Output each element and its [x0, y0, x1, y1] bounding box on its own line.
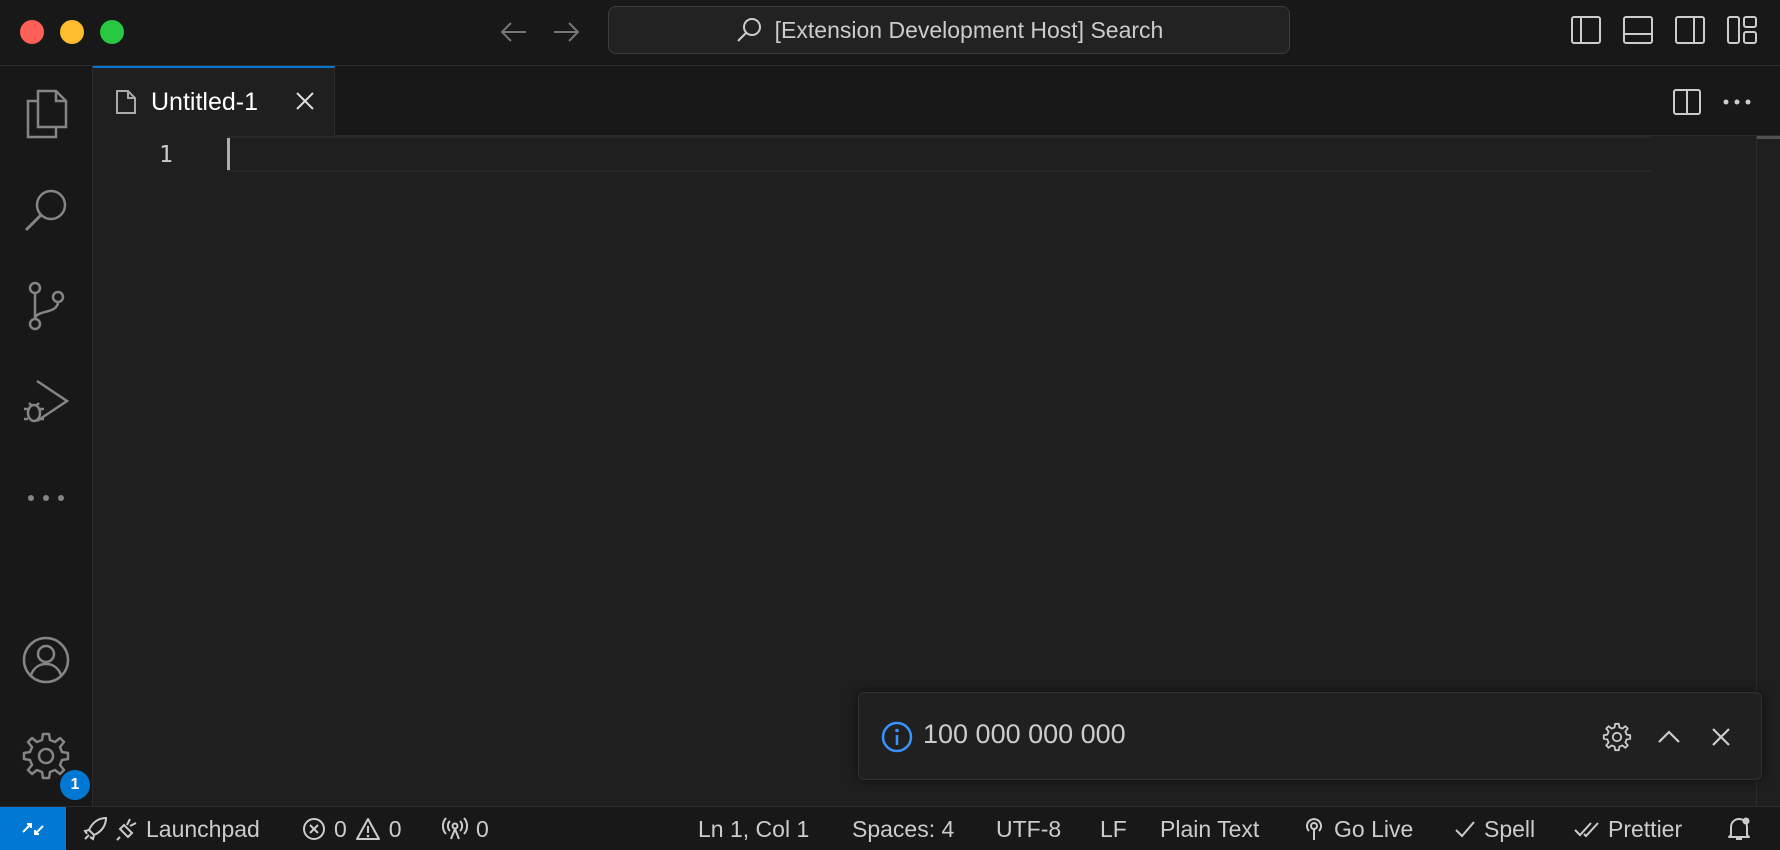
status-notifications[interactable]	[1726, 807, 1752, 850]
activity-manage[interactable]: 1	[14, 724, 90, 800]
activity-bar: 1	[0, 66, 93, 806]
notification-close-button[interactable]	[1701, 717, 1741, 757]
go-back-button[interactable]	[496, 14, 532, 50]
search-icon	[736, 18, 761, 42]
arrow-left-icon	[500, 22, 526, 42]
layout-panel-icon	[1623, 16, 1653, 44]
window-maximize-button[interactable]	[100, 20, 124, 44]
activity-search[interactable]	[14, 178, 78, 242]
command-center-text: [Extension Development Host] Search	[774, 16, 1164, 43]
go-forward-button[interactable]	[548, 14, 584, 50]
language-label: Plain Text	[1160, 815, 1260, 842]
ellipsis-icon	[28, 495, 64, 501]
rocket-icon	[83, 816, 108, 841]
launchpad-label: Launchpad	[146, 815, 260, 842]
ports-count: 0	[476, 815, 489, 842]
warning-count: 0	[388, 815, 402, 842]
cursor-position-label: Ln 1, Col 1	[698, 815, 810, 842]
notification-message: 100 000 000 000	[923, 719, 1126, 749]
bell-icon	[1728, 817, 1750, 840]
notification-toast: 100 000 000 000	[858, 692, 1762, 780]
activity-run-and-debug[interactable]	[14, 370, 78, 434]
status-cursor-position[interactable]: Ln 1, Col 1	[698, 807, 809, 850]
go-live-label: Go Live	[1334, 815, 1414, 842]
status-ports[interactable]: 0	[442, 807, 489, 850]
prettier-label: Prettier	[1608, 815, 1683, 842]
activity-source-control[interactable]	[14, 274, 78, 338]
customize-layout-button[interactable]	[1722, 12, 1762, 48]
plug-icon	[116, 818, 137, 841]
info-icon	[881, 721, 913, 753]
window-close-button[interactable]	[20, 20, 44, 44]
notification-expand-button[interactable]	[1649, 717, 1689, 757]
files-icon	[26, 89, 68, 139]
layout-sidebar-right-icon	[1675, 16, 1705, 44]
line-number: 1	[159, 142, 173, 168]
layout-sidebar-left-icon	[1571, 16, 1601, 44]
spell-label: Spell	[1484, 815, 1536, 842]
status-prettier[interactable]: Prettier	[1574, 807, 1682, 850]
arrow-right-icon	[554, 22, 580, 42]
toggle-secondary-sidebar-button[interactable]	[1670, 12, 1710, 48]
broadcast-icon	[1306, 818, 1322, 840]
tab-close-button[interactable]	[290, 86, 320, 116]
status-indentation[interactable]: Spaces: 4	[852, 807, 954, 850]
tab-label: Untitled-1	[151, 87, 258, 116]
activity-more[interactable]	[14, 466, 78, 530]
activity-explorer[interactable]	[14, 82, 78, 146]
chevron-up-icon	[1658, 730, 1680, 743]
remote-icon	[22, 823, 44, 835]
status-launchpad[interactable]: Launchpad	[82, 807, 260, 850]
command-center-search[interactable]: [Extension Development Host] Search	[608, 6, 1290, 54]
text-cursor	[227, 138, 230, 170]
manage-badge: 1	[60, 770, 90, 800]
encoding-label: UTF-8	[996, 815, 1062, 842]
window-minimize-button[interactable]	[60, 20, 84, 44]
warning-icon	[355, 818, 380, 840]
title-bar: [Extension Development Host] Search	[0, 0, 1780, 66]
eol-label: LF	[1100, 815, 1127, 842]
notification-settings-button[interactable]	[1597, 717, 1637, 757]
source-control-icon	[28, 281, 65, 331]
current-line-highlight	[227, 136, 1651, 172]
status-encoding[interactable]: UTF-8	[996, 807, 1061, 850]
toggle-panel-button[interactable]	[1618, 12, 1658, 48]
close-icon	[1712, 728, 1730, 746]
status-problems[interactable]: 0 0	[302, 807, 402, 850]
status-language-mode[interactable]: Plain Text	[1160, 807, 1259, 850]
activity-accounts[interactable]	[14, 628, 78, 692]
split-editor-icon	[1673, 89, 1701, 115]
gear-icon	[1602, 722, 1632, 752]
editor-tab-bar: Untitled-1	[93, 66, 1780, 136]
status-bar: Launchpad 0 0 0 Ln 1, Col 1 Spaces: 4 UT…	[0, 806, 1780, 850]
indentation-label: Spaces: 4	[852, 815, 955, 842]
split-editor-button[interactable]	[1667, 82, 1707, 122]
search-icon	[24, 189, 67, 232]
file-icon	[116, 90, 136, 114]
check-icon	[1455, 821, 1475, 838]
ellipsis-icon	[1723, 99, 1751, 105]
remote-indicator-button[interactable]	[0, 807, 66, 850]
tab-untitled-1[interactable]: Untitled-1	[93, 66, 335, 136]
run-debug-icon	[24, 379, 70, 423]
status-go-live[interactable]: Go Live	[1302, 807, 1413, 850]
account-icon	[22, 636, 70, 684]
more-actions-button[interactable]	[1717, 82, 1757, 122]
close-icon	[296, 92, 314, 110]
error-icon	[303, 818, 325, 840]
error-count: 0	[334, 815, 347, 842]
status-spell[interactable]: Spell	[1454, 807, 1535, 850]
toggle-primary-sidebar-button[interactable]	[1566, 12, 1606, 48]
layout-customize-icon	[1727, 16, 1757, 44]
status-eol[interactable]: LF	[1100, 807, 1127, 850]
double-check-icon	[1574, 822, 1599, 838]
broadcast-icon	[442, 817, 468, 840]
